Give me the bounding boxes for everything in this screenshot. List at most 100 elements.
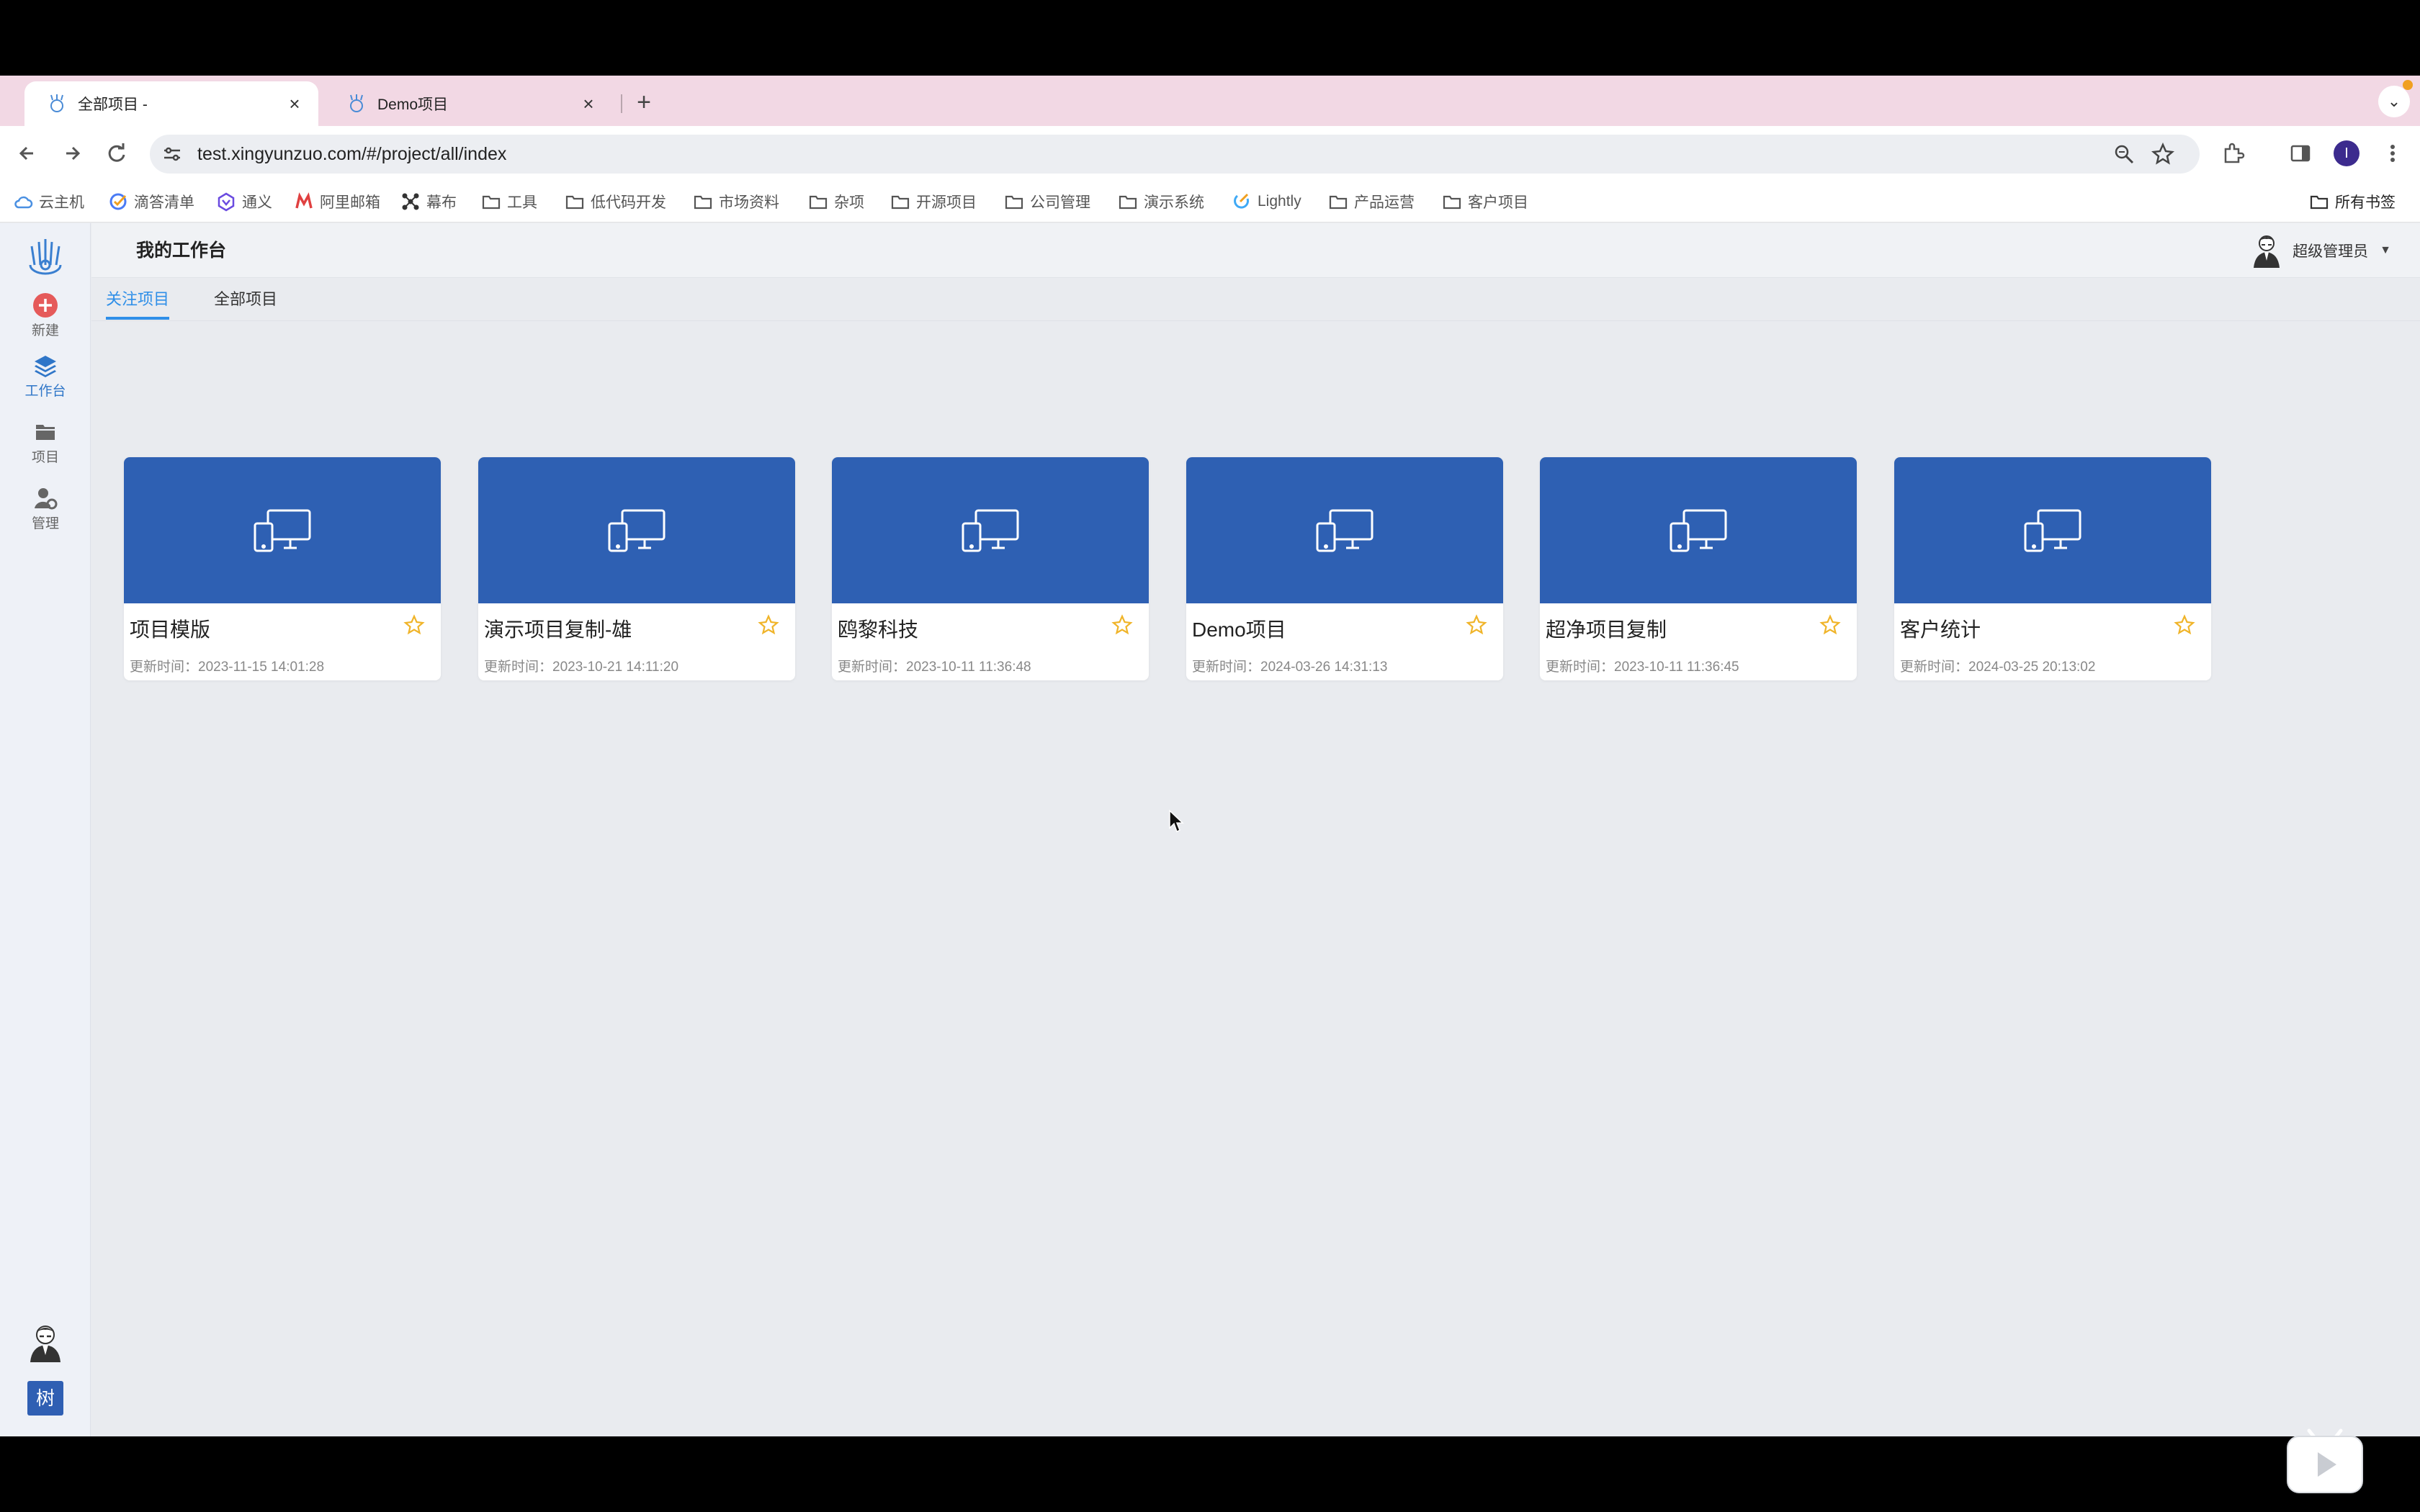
url-text[interactable]: test.xingyunzuo.com/#/project/all/index bbox=[197, 135, 506, 174]
browser-window: 全部项目 - × Demo项目 × + ⌄ test.xingyunzuo.co… bbox=[0, 76, 2420, 1493]
sidebar: 新建 工作台 项目 管理 树 bbox=[0, 223, 91, 1436]
devices-icon bbox=[608, 509, 666, 552]
project-card[interactable]: Demo项目 更新时间：2024-03-26 14:31:13 bbox=[1186, 457, 1503, 680]
forward-icon[interactable] bbox=[58, 139, 86, 168]
browser-tab[interactable]: Demo项目 × bbox=[324, 81, 612, 126]
devices-icon bbox=[1316, 509, 1373, 552]
project-updated-time: 更新时间：2023-11-15 14:01:28 bbox=[130, 660, 325, 675]
side-panel-icon[interactable] bbox=[2287, 140, 2313, 166]
bookmarks-bar: 云主机 滴答清单 通义 阿里邮箱 幕布 工具 低代码开发 市场资料 杂项 开源项… bbox=[0, 181, 2420, 222]
page-tabs: 关注项目 全部项目 bbox=[91, 278, 2420, 321]
bookmark-alimail[interactable]: 阿里邮箱 bbox=[294, 189, 380, 214]
app-logo-icon[interactable] bbox=[24, 236, 66, 278]
project-name: 演示项目复制-雄 bbox=[484, 618, 632, 641]
mail-m-icon bbox=[295, 192, 313, 209]
folder-icon bbox=[482, 195, 501, 210]
bookmark-label: 云主机 bbox=[39, 194, 84, 211]
sidebar-item-manage[interactable]: 管理 bbox=[0, 485, 91, 543]
bookmark-folder-tools[interactable]: 工具 bbox=[481, 189, 537, 214]
bookmark-tongyi[interactable]: 通义 bbox=[216, 189, 272, 214]
project-cover bbox=[1186, 457, 1503, 603]
folder-icon bbox=[1005, 195, 1023, 210]
project-cover bbox=[1894, 457, 2211, 603]
bookmark-label: 公司管理 bbox=[1030, 194, 1090, 211]
project-name: 超净项目复制 bbox=[1546, 618, 1667, 641]
profile-avatar[interactable]: I bbox=[2334, 140, 2360, 166]
star-icon[interactable] bbox=[758, 614, 779, 636]
devices-icon bbox=[2024, 509, 2081, 552]
address-bar[interactable]: test.xingyunzuo.com/#/project/all/index bbox=[150, 135, 2200, 174]
tab-all-projects[interactable]: 全部项目 bbox=[214, 278, 277, 321]
tab-title: 全部项目 - bbox=[78, 96, 148, 113]
sidebar-item-label: 工作台 bbox=[24, 384, 66, 399]
user-name: 超级管理员 bbox=[2293, 243, 2369, 260]
site-info-icon[interactable] bbox=[161, 143, 183, 165]
folder-icon bbox=[809, 195, 828, 210]
zoom-icon[interactable] bbox=[2113, 143, 2135, 165]
bookmark-dida[interactable]: 滴答清单 bbox=[108, 189, 194, 214]
bookmark-folder-market[interactable]: 市场资料 bbox=[693, 189, 779, 214]
bookmark-folder-demo[interactable]: 演示系统 bbox=[1118, 189, 1204, 214]
star-icon[interactable] bbox=[403, 614, 425, 636]
project-cover bbox=[832, 457, 1149, 603]
bookmark-label: 客户项目 bbox=[1468, 194, 1528, 211]
bookmark-star-icon[interactable] bbox=[2151, 142, 2175, 166]
extensions-icon[interactable] bbox=[2220, 140, 2246, 166]
project-updated-time: 更新时间：2024-03-25 20:13:02 bbox=[1900, 660, 2096, 675]
user-menu[interactable]: 超级管理员 ▼ bbox=[2251, 233, 2391, 268]
bookmark-lightly[interactable]: Lightly bbox=[1232, 189, 1301, 214]
notification-dot bbox=[2403, 80, 2413, 90]
sidebar-item-workbench[interactable]: 工作台 bbox=[0, 353, 91, 410]
star-icon[interactable] bbox=[1111, 614, 1133, 636]
user-gear-icon bbox=[35, 488, 58, 510]
bookmark-folder-ops[interactable]: 产品运营 bbox=[1328, 189, 1415, 214]
folder-icon bbox=[1443, 195, 1461, 210]
bookmark-folder-opensource[interactable]: 开源项目 bbox=[890, 189, 977, 214]
folder-icon bbox=[1119, 195, 1137, 210]
tree-button[interactable]: 树 bbox=[27, 1381, 63, 1416]
new-tab-button[interactable]: + bbox=[629, 89, 658, 117]
close-icon[interactable]: × bbox=[284, 93, 305, 114]
folder-icon bbox=[1329, 195, 1348, 210]
bookmark-folder-clients[interactable]: 客户项目 bbox=[1442, 189, 1528, 214]
bookmark-yunzhuji[interactable]: 云主机 bbox=[13, 189, 84, 214]
back-icon[interactable] bbox=[13, 139, 42, 168]
bookmark-folder-company[interactable]: 公司管理 bbox=[1004, 189, 1090, 214]
all-bookmarks-folder[interactable]: 所有书签 bbox=[2309, 189, 2396, 214]
mindmap-icon bbox=[402, 193, 419, 210]
tab-search-button[interactable]: ⌄ bbox=[2378, 86, 2410, 117]
project-cover bbox=[1540, 457, 1857, 603]
folder-icon bbox=[2310, 195, 2329, 210]
sidebar-item-new[interactable]: 新建 bbox=[0, 292, 91, 350]
bookmark-folder-misc[interactable]: 杂项 bbox=[808, 189, 864, 214]
tongyi-icon bbox=[218, 192, 235, 212]
bookmark-folder-lowcode[interactable]: 低代码开发 bbox=[565, 189, 666, 214]
star-icon[interactable] bbox=[2174, 614, 2195, 636]
bookmark-label: 市场资料 bbox=[719, 194, 779, 211]
tab-followed-projects[interactable]: 关注项目 bbox=[106, 278, 170, 320]
plus-circle-icon bbox=[33, 293, 58, 318]
bookmark-label: 开源项目 bbox=[916, 194, 977, 211]
project-card[interactable]: 鸥黎科技 更新时间：2023-10-11 11:36:48 bbox=[832, 457, 1149, 680]
project-card[interactable]: 演示项目复制-雄 更新时间：2023-10-21 14:11:20 bbox=[478, 457, 795, 680]
more-menu-icon[interactable] bbox=[2380, 140, 2406, 166]
close-icon[interactable]: × bbox=[578, 93, 599, 114]
bookmark-mubu[interactable]: 幕布 bbox=[400, 189, 457, 214]
project-updated-time: 更新时间：2024-03-26 14:31:13 bbox=[1192, 660, 1388, 675]
folder-icon bbox=[694, 195, 712, 210]
star-icon[interactable] bbox=[1466, 614, 1487, 636]
browser-tab-active[interactable]: 全部项目 - × bbox=[24, 81, 318, 126]
project-card[interactable]: 项目模版 更新时间：2023-11-15 14:01:28 bbox=[124, 457, 441, 680]
project-card[interactable]: 客户统计 更新时间：2024-03-25 20:13:02 bbox=[1894, 457, 2211, 680]
project-card[interactable]: 超净项目复制 更新时间：2023-10-11 11:36:45 bbox=[1540, 457, 1857, 680]
reload-icon[interactable] bbox=[102, 139, 131, 168]
star-icon[interactable] bbox=[1819, 614, 1841, 636]
bookmark-label: 阿里邮箱 bbox=[320, 194, 380, 211]
play-video-icon[interactable] bbox=[2285, 1421, 2365, 1495]
bookmark-label: 滴答清单 bbox=[134, 194, 194, 211]
sidebar-item-projects[interactable]: 项目 bbox=[0, 419, 91, 477]
devices-icon bbox=[254, 509, 311, 552]
project-name: Demo项目 bbox=[1192, 618, 1286, 641]
avatar[interactable] bbox=[27, 1323, 63, 1362]
bookmark-label: 产品运营 bbox=[1354, 194, 1415, 211]
